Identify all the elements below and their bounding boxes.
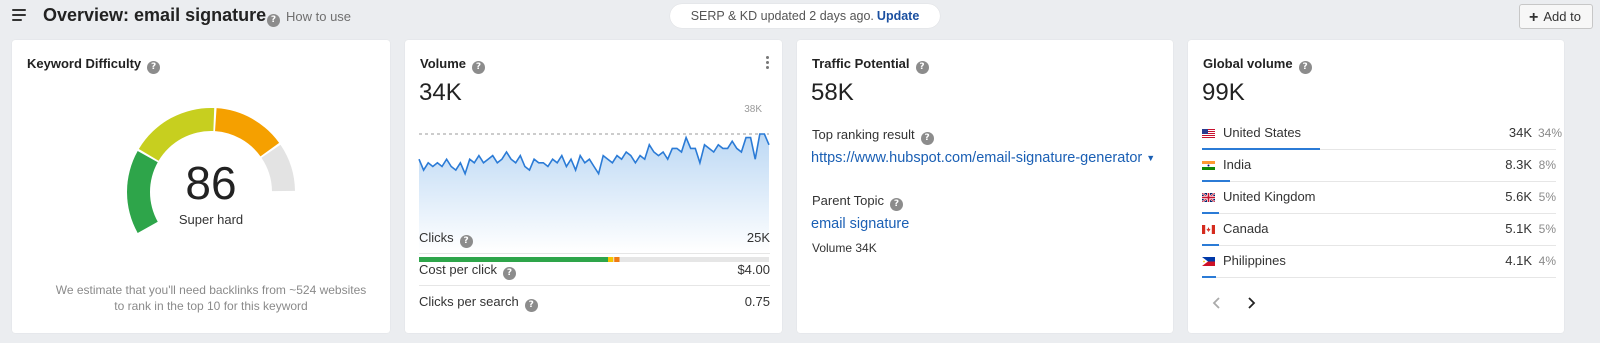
update-button[interactable]: Update: [877, 9, 919, 23]
metric-row-cpc: Cost per click? $4.00: [419, 254, 770, 286]
menu-icon[interactable]: [12, 9, 28, 23]
help-icon[interactable]: ?: [524, 299, 538, 312]
traffic-potential-card: Traffic Potential? 58K Top ranking resul…: [797, 40, 1173, 333]
country-percent: 34%: [1538, 126, 1563, 140]
top-bar: Overview: email signature ? How to use SE…: [0, 0, 1600, 34]
metric-row-clicks: Clicks? 25K: [419, 222, 770, 254]
metric-label: Clicks: [419, 230, 454, 245]
card-title: Global volume?: [1203, 56, 1312, 74]
add-to-button[interactable]: + Add to: [1519, 4, 1593, 29]
country-percent: 5%: [1538, 222, 1556, 236]
metric-label: Clicks per search: [419, 294, 519, 309]
parent-topic-volume: Volume 34K: [812, 241, 877, 255]
country-percent: 5%: [1538, 190, 1556, 204]
card-title: Volume?: [420, 56, 485, 74]
traffic-title: Traffic Potential: [812, 56, 910, 71]
add-to-label: Add to: [1543, 9, 1581, 24]
flag-us-icon: [1202, 129, 1215, 138]
serp-update-notice: SERP & KD updated 2 days ago. Update: [670, 4, 940, 28]
kd-level-label: Super hard: [179, 212, 243, 227]
metric-label: Cost per click: [419, 262, 498, 277]
country-name: United States: [1223, 125, 1302, 140]
gauge-segment-0: [127, 151, 158, 233]
metric-row-cps: Clicks per search? 0.75: [419, 286, 770, 318]
volume-title: Volume: [420, 56, 466, 71]
metric-value: 0.75: [744, 294, 770, 309]
global-value: 99K: [1202, 79, 1245, 106]
country-percent: 4%: [1538, 254, 1556, 268]
flag-ca-icon: [1202, 225, 1215, 234]
country-share-bar: [1202, 276, 1216, 278]
top-ranking-text: Top ranking result: [812, 127, 915, 142]
more-options-icon[interactable]: [766, 56, 770, 70]
country-row[interactable]: United States 34K 34%: [1202, 118, 1563, 150]
top-ranking-url-link[interactable]: https://www.hubspot.com/email-signature-…: [811, 150, 1155, 166]
country-volume: 34K: [1508, 125, 1532, 140]
parent-topic-link[interactable]: email signature: [811, 216, 909, 232]
caret-down-icon[interactable]: ▼: [1146, 153, 1155, 163]
flag-in-icon: [1202, 161, 1215, 170]
flag-ph-icon: [1202, 257, 1215, 266]
gauge-segment-2: [215, 108, 280, 157]
country-volume: 4.1K: [1505, 253, 1532, 268]
kd-estimate-note: We estimate that you'll need backlinks f…: [42, 282, 380, 314]
country-percent: 8%: [1538, 158, 1556, 172]
country-row[interactable]: Canada 5.1K 5%: [1202, 214, 1556, 246]
parent-topic-text: Parent Topic: [812, 193, 885, 208]
parent-topic-label: Parent Topic?: [812, 193, 904, 211]
country-name: United Kingdom: [1223, 189, 1316, 204]
global-title: Global volume: [1203, 56, 1293, 71]
keyword-difficulty-card: Keyword Difficulty? 86 Super hard We est…: [12, 40, 390, 333]
flag-gb-icon: [1202, 193, 1215, 202]
top-ranking-url: https://www.hubspot.com/email-signature-…: [811, 150, 1143, 166]
card-title: Traffic Potential?: [812, 56, 929, 74]
how-to-use-link[interactable]: ? How to use: [267, 9, 351, 27]
country-volume: 8.3K: [1505, 157, 1532, 172]
metric-value: $4.00: [737, 262, 770, 277]
page-title: Overview: email signature: [43, 5, 267, 25]
country-row[interactable]: United Kingdom 5.6K 5%: [1202, 182, 1556, 214]
chevron-left-icon[interactable]: [1212, 296, 1222, 315]
kd-note-line1: We estimate that you'll need backlinks f…: [55, 283, 367, 297]
plus-icon: +: [1529, 9, 1539, 26]
country-row[interactable]: Philippines 4.1K 4%: [1202, 246, 1556, 278]
chevron-right-icon[interactable]: [1246, 296, 1256, 315]
country-name: Philippines: [1223, 253, 1286, 268]
serp-update-text: SERP & KD updated 2 days ago.: [690, 9, 874, 23]
metric-value: 25K: [746, 230, 770, 245]
country-volume: 5.6K: [1505, 189, 1532, 204]
volume-card: Volume? 34K 38K Clicks? 25K Cost per clic…: [405, 40, 782, 333]
global-volume-card: Global volume? 99K United States 34K 34%…: [1188, 40, 1564, 333]
help-icon[interactable]: ?: [915, 61, 929, 74]
kd-score: 86: [185, 157, 236, 209]
gauge-segment-1: [138, 108, 215, 161]
country-row[interactable]: India 8.3K 8%: [1202, 150, 1556, 182]
top-ranking-label: Top ranking result?: [812, 127, 934, 145]
help-icon[interactable]: ?: [920, 132, 934, 145]
help-icon[interactable]: ?: [503, 267, 517, 280]
kd-note-line2: to rank in the top 10 for this keyword: [114, 299, 308, 313]
country-volume: 5.1K: [1505, 221, 1532, 236]
help-icon[interactable]: ?: [472, 61, 485, 74]
how-to-use-label: How to use: [286, 9, 352, 24]
help-icon[interactable]: ?: [890, 198, 904, 211]
help-icon[interactable]: ?: [459, 235, 473, 248]
help-icon: ?: [267, 14, 280, 27]
country-name: India: [1223, 157, 1252, 172]
traffic-value: 58K: [811, 79, 854, 106]
help-icon[interactable]: ?: [1298, 61, 1312, 74]
country-name: Canada: [1223, 221, 1269, 236]
